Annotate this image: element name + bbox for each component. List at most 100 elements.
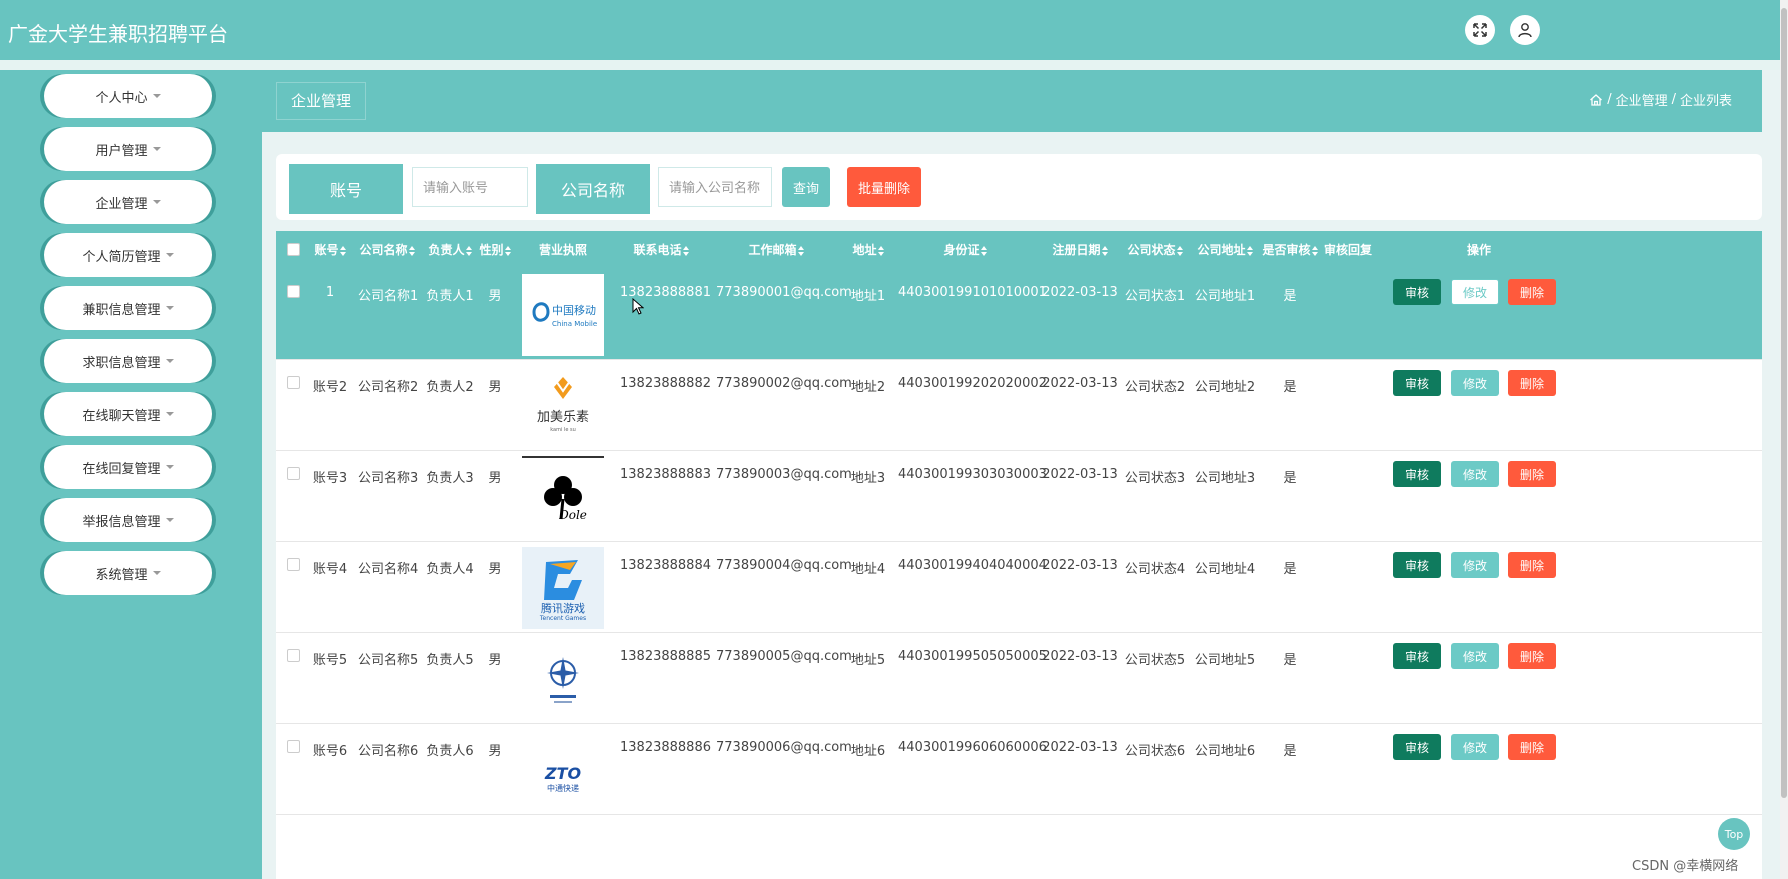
- query-button[interactable]: 查询: [782, 167, 830, 207]
- column-header[interactable]: 账号: [312, 231, 348, 269]
- sidebar-item-resumes[interactable]: 个人简历管理: [44, 233, 212, 277]
- column-header[interactable]: 性别: [478, 231, 512, 269]
- delete-button[interactable]: 删除: [1508, 370, 1556, 396]
- delete-button[interactable]: 删除: [1508, 643, 1556, 669]
- sidebar: 个人中心 用户管理 企业管理 个人简历管理 兼职信息管理 求职信息管理 在线聊天…: [0, 70, 262, 879]
- row-checkbox[interactable]: [287, 740, 300, 753]
- column-header[interactable]: 身份证: [898, 231, 1032, 269]
- cell-company-address: 公司地址5: [1194, 653, 1256, 668]
- sidebar-item-companies[interactable]: 企业管理: [44, 180, 212, 224]
- cell-phone: 13823888885: [620, 649, 711, 664]
- audit-button[interactable]: 审核: [1393, 461, 1441, 487]
- edit-button[interactable]: 修改: [1451, 643, 1499, 669]
- sidebar-item-system[interactable]: 系统管理: [44, 551, 212, 595]
- table-row[interactable]: 账号5 公司名称5 负责人5 男 13823888885 773890005@q…: [276, 633, 1762, 724]
- top-header: 广金大学生兼职招聘平台: [0, 0, 1780, 60]
- license-image[interactable]: 加美乐素 kami le su: [522, 365, 604, 447]
- select-all-checkbox[interactable]: [287, 243, 300, 256]
- caret-down-icon: [165, 465, 174, 469]
- column-header[interactable]: 注册日期: [1042, 231, 1118, 269]
- user-button[interactable]: [1510, 15, 1540, 45]
- edit-button[interactable]: 修改: [1451, 734, 1499, 760]
- audit-button[interactable]: 审核: [1393, 643, 1441, 669]
- svg-text:Dole: Dole: [558, 508, 587, 522]
- row-checkbox[interactable]: [287, 467, 300, 480]
- scrollbar-thumb[interactable]: [1781, 8, 1787, 798]
- edit-button[interactable]: 修改: [1451, 279, 1499, 305]
- sidebar-item-reports[interactable]: 举报信息管理: [44, 498, 212, 542]
- cell-date: 2022-03-13: [1042, 740, 1118, 755]
- cell-date: 2022-03-13: [1042, 649, 1118, 664]
- row-checkbox[interactable]: [287, 285, 300, 298]
- cell-gender: 男: [488, 653, 502, 668]
- home-icon[interactable]: [1589, 93, 1603, 107]
- row-checkbox[interactable]: [287, 558, 300, 571]
- cell-email: 773890002@qq.com: [716, 376, 852, 391]
- audit-button[interactable]: 审核: [1393, 552, 1441, 578]
- fullscreen-button[interactable]: [1465, 15, 1495, 45]
- main-content: 企业管理 / 企业管理 / 企业列表 账号 公司名称 查询 批量删除 账号 公司…: [262, 70, 1780, 879]
- search-panel: 账号 公司名称 查询 批量删除: [276, 154, 1762, 220]
- license-image[interactable]: [522, 638, 604, 720]
- table-row[interactable]: 账号4 公司名称4 负责人4 男 腾讯游戏 Tencent Games 13823…: [276, 542, 1762, 633]
- column-header[interactable]: 地址: [846, 231, 890, 269]
- sort-icon: [408, 245, 415, 256]
- table-row[interactable]: 账号6 公司名称6 负责人6 男 ZTO 中通快递 13823888886 773…: [276, 724, 1762, 815]
- license-image[interactable]: 腾讯游戏 Tencent Games: [522, 547, 604, 629]
- row-checkbox[interactable]: [287, 649, 300, 662]
- column-header[interactable]: 公司状态: [1124, 231, 1186, 269]
- cell-gender: 男: [488, 289, 502, 304]
- sidebar-item-personal-center[interactable]: 个人中心: [44, 74, 212, 118]
- cell-company-address: 公司地址4: [1194, 562, 1256, 577]
- app-title: 广金大学生兼职招聘平台: [8, 22, 228, 46]
- edit-button[interactable]: 修改: [1451, 370, 1499, 396]
- sort-icon: [465, 245, 472, 256]
- sort-icon: [1176, 245, 1183, 256]
- column-header[interactable]: 公司地址: [1192, 231, 1258, 269]
- sidebar-item-jobseek[interactable]: 求职信息管理: [44, 339, 212, 383]
- audit-button[interactable]: 审核: [1393, 279, 1441, 305]
- cell-company: 公司名称5: [358, 653, 419, 668]
- breadcrumb-link[interactable]: 企业管理: [1616, 90, 1668, 109]
- account-search-input[interactable]: [412, 167, 528, 207]
- page-scrollbar[interactable]: [1780, 0, 1788, 879]
- row-checkbox[interactable]: [287, 376, 300, 389]
- delete-button[interactable]: 删除: [1508, 734, 1556, 760]
- license-image[interactable]: Dole: [522, 456, 604, 540]
- column-header[interactable]: 负责人: [426, 231, 474, 269]
- sidebar-item-chat[interactable]: 在线聊天管理: [44, 392, 212, 436]
- license-image[interactable]: 中国移动 China Mobile: [522, 274, 604, 356]
- table-row[interactable]: 1 公司名称1 负责人1 男 中国移动 China Mobile 13823888…: [276, 269, 1762, 360]
- table-row[interactable]: 账号3 公司名称3 负责人3 男 Dole 13823888883 773890…: [276, 451, 1762, 542]
- caret-down-icon: [165, 412, 174, 416]
- column-header[interactable]: 工作邮箱: [716, 231, 836, 269]
- delete-button[interactable]: 删除: [1508, 279, 1556, 305]
- back-to-top-button[interactable]: Top: [1718, 818, 1750, 850]
- cell-gender: 男: [488, 744, 502, 759]
- expand-icon: [1473, 23, 1487, 37]
- table-row[interactable]: 账号2 公司名称2 负责人2 男 加美乐素 kami le su 13823888…: [276, 360, 1762, 451]
- delete-button[interactable]: 删除: [1508, 461, 1556, 487]
- cell-address: 地址1: [850, 289, 886, 304]
- audit-button[interactable]: 审核: [1393, 370, 1441, 396]
- column-header[interactable]: 联系电话: [620, 231, 702, 269]
- cell-status: 公司状态4: [1124, 562, 1186, 577]
- sidebar-item-label: 在线回复管理: [82, 461, 161, 477]
- caret-down-icon: [152, 147, 161, 151]
- cell-email: 773890001@qq.com: [716, 285, 852, 300]
- column-header[interactable]: 是否审核: [1260, 231, 1320, 269]
- sidebar-item-reply[interactable]: 在线回复管理: [44, 445, 212, 489]
- license-image[interactable]: ZTO 中通快递: [522, 729, 604, 811]
- column-header[interactable]: 公司名称: [358, 231, 416, 269]
- edit-button[interactable]: 修改: [1451, 461, 1499, 487]
- batch-delete-button[interactable]: 批量删除: [847, 167, 921, 207]
- sidebar-item-users[interactable]: 用户管理: [44, 127, 212, 171]
- audit-button[interactable]: 审核: [1393, 734, 1441, 760]
- sidebar-item-label: 企业管理: [95, 196, 148, 212]
- cell-email: 773890005@qq.com: [716, 649, 852, 664]
- delete-button[interactable]: 删除: [1508, 552, 1556, 578]
- sidebar-item-parttime[interactable]: 兼职信息管理: [44, 286, 212, 330]
- edit-button[interactable]: 修改: [1451, 552, 1499, 578]
- company-search-input[interactable]: [658, 167, 772, 207]
- cell-idcard: 440300199404040004: [898, 558, 1047, 573]
